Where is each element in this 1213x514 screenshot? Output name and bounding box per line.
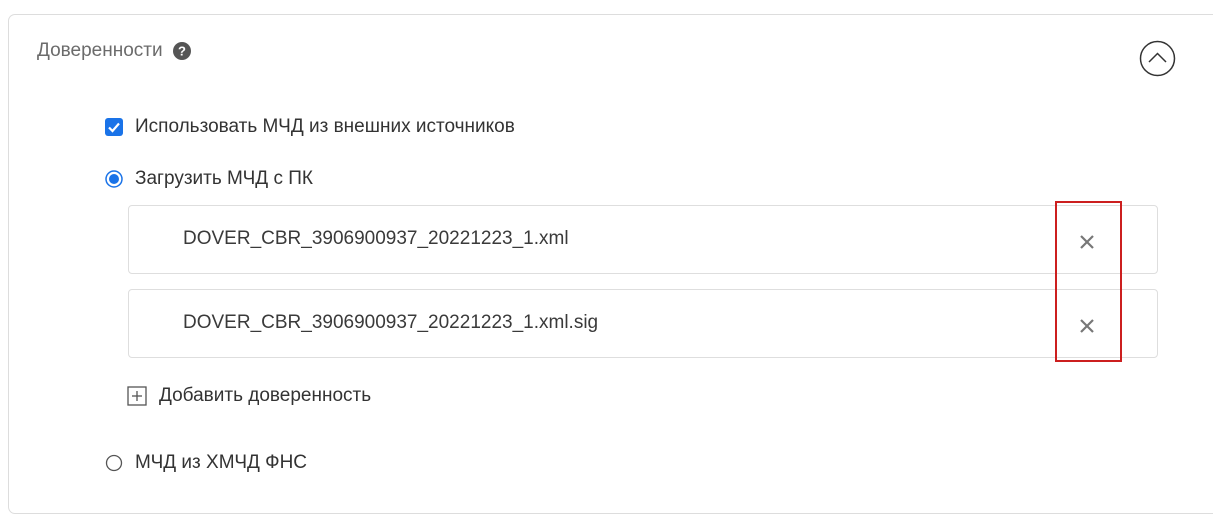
fns-label: МЧД из ХМЧД ФНС: [135, 452, 308, 473]
file-name: DOVER_CBR_3906900937_20221223_1.xml.sig: [183, 312, 599, 333]
panel-header: Доверенности ?: [37, 40, 191, 62]
plus-square-icon: [127, 386, 147, 406]
question-circle-icon[interactable]: ?: [172, 42, 191, 60]
collapse-button[interactable]: [1139, 40, 1176, 77]
file-item: DOVER_CBR_3906900937_20221223_1.xml: [128, 205, 1158, 274]
chevron-up-circle-icon: [1139, 40, 1176, 77]
file-name: DOVER_CBR_3906900937_20221223_1.xml: [183, 228, 569, 249]
add-trust-button[interactable]: Добавить доверенность: [127, 385, 371, 407]
use-external-label: Использовать МЧД из внешних источников: [135, 116, 515, 137]
fns-radio-row[interactable]: МЧД из ХМЧД ФНС: [105, 452, 307, 474]
use-external-checkbox-row[interactable]: Использовать МЧД из внешних источников: [105, 116, 515, 138]
radio-selected-icon[interactable]: [105, 170, 123, 188]
upload-from-pc-radio-row[interactable]: Загрузить МЧД с ПК: [105, 168, 313, 190]
svg-text:?: ?: [178, 44, 186, 59]
close-icon[interactable]: [1079, 234, 1095, 250]
close-icon[interactable]: [1079, 318, 1095, 334]
panel-title: Доверенности: [37, 40, 163, 61]
add-trust-label: Добавить доверенность: [159, 385, 372, 406]
file-item: DOVER_CBR_3906900937_20221223_1.xml.sig: [128, 289, 1158, 358]
checkbox-checked-icon[interactable]: [105, 118, 123, 136]
upload-from-pc-label: Загрузить МЧД с ПК: [135, 168, 313, 189]
radio-unselected-icon[interactable]: [105, 454, 123, 472]
